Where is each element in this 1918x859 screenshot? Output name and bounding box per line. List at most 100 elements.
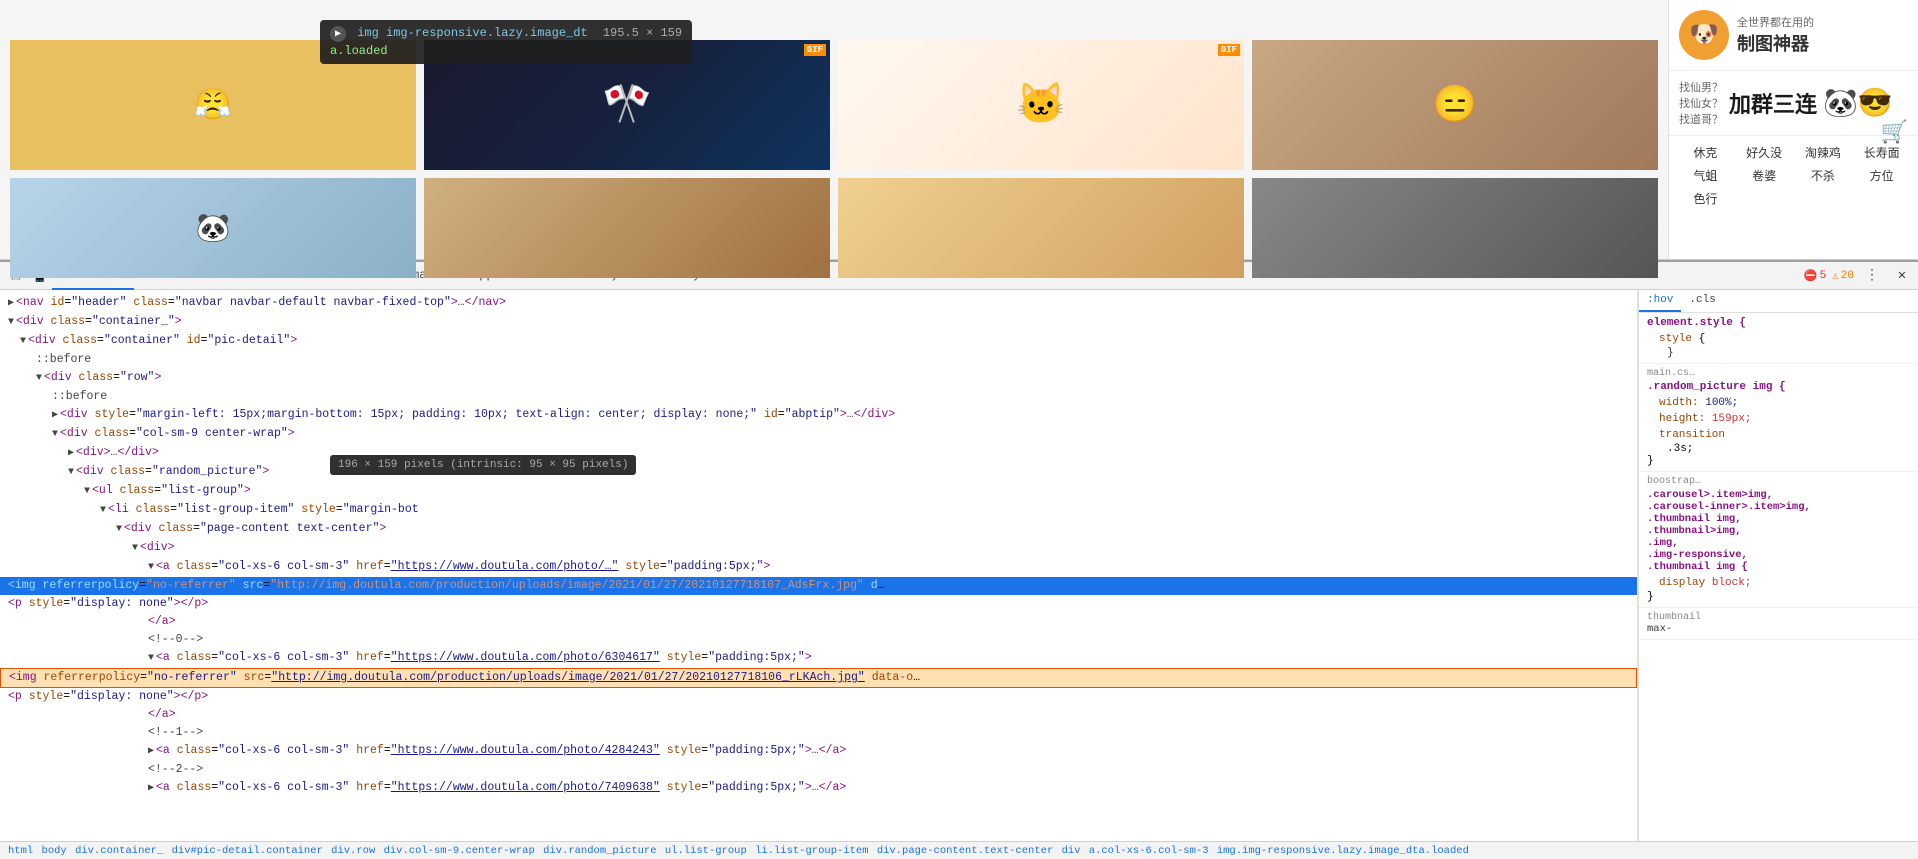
image-cell-5[interactable]: 🐼 <box>10 178 416 278</box>
image-cell-8[interactable] <box>1252 178 1658 278</box>
tag-item-6[interactable]: 卷婆 <box>1738 167 1791 184</box>
image-size-tooltip: 196 × 159 pixels (intrinsic: 95 × 95 pix… <box>330 455 636 475</box>
dom-line-p1: <p style="display: none"></p> <box>0 595 1637 613</box>
tag-item-4[interactable]: 长寿面 <box>1855 144 1908 161</box>
dom-line-nav: ▶<nav id="header" class="navbar navbar-d… <box>0 294 1637 313</box>
tag-item-2[interactable]: 好久没 <box>1738 144 1791 161</box>
error-count: 5 <box>1820 270 1827 282</box>
breadcrumb-div-random[interactable]: div.random_picture <box>543 845 656 857</box>
image-cell-4[interactable]: 😑 <box>1252 40 1658 170</box>
dom-line-a1: ▼<a class="col-xs-6 col-sm-3" href="http… <box>0 558 1637 577</box>
dom-line-a2-close: </a> <box>0 706 1637 724</box>
tag-item-8[interactable]: 方位 <box>1855 167 1908 184</box>
styles-rule-width: width: 100%; <box>1647 395 1910 411</box>
tag-item-1[interactable]: 休克 <box>1679 144 1732 161</box>
image-grid: 😤 🎌 GIF 🐱 GIF 😑 🐼 <box>10 10 1658 278</box>
error-icon: ⛔ <box>1804 269 1818 283</box>
thumbnail-label: thumbnail <box>1647 612 1910 623</box>
breadcrumb-div-container[interactable]: div.container_ <box>75 845 163 857</box>
styles-tab-hov[interactable]: :hov <box>1639 290 1681 312</box>
dom-line-pagecontent: ▼<div class="page-content text-center"> <box>0 520 1637 539</box>
warn-badge: ⚠ 20 <box>1832 269 1854 283</box>
browser-content: ▶ img img-responsive.lazy.image_dt 195.5… <box>0 0 1918 260</box>
panda-text-2: 找仙女？ <box>1679 95 1723 111</box>
breadcrumb-a[interactable]: a.col-xs-6.col-sm-3 <box>1089 845 1209 857</box>
dom-panel[interactable]: ▶<nav id="header" class="navbar navbar-d… <box>0 290 1638 841</box>
panda-main-text: 加群三连 <box>1729 87 1817 119</box>
panda-text-1: 找仙男？ <box>1679 79 1723 95</box>
dog-icon: 🐶 <box>1679 10 1729 60</box>
dom-line-row: ▼<div class="row"> <box>0 369 1637 388</box>
breadcrumb-div-colsm9[interactable]: div.col-sm-9.center-wrap <box>384 845 535 857</box>
tag-grid: 休克 好久没 淘辣鸡 长寿面 气蛆 卷婆 不杀 方位 色行 <box>1669 136 1918 215</box>
dom-line-comment1: <!--0--> <box>0 631 1637 649</box>
ad-header[interactable]: 🐶 全世界都在用的 制图神器 <box>1669 0 1918 71</box>
dom-line-colsm9: ▼<div class="col-sm-9 center-wrap"> <box>0 425 1637 444</box>
panda-icon: 🐼😎 <box>1823 86 1893 121</box>
dom-line-container-outer: ▼<div class="container_"> <box>0 313 1637 332</box>
cart-icon[interactable]: 🛒 <box>1881 120 1908 146</box>
styles-selector-random: .random_picture img { <box>1647 381 1910 393</box>
styles-rule-display: display block; <box>1647 575 1910 591</box>
devtools-body: ▶<nav id="header" class="navbar navbar-d… <box>0 290 1918 841</box>
breadcrumb-ul[interactable]: ul.list-group <box>665 845 747 857</box>
breadcrumb-img[interactable]: img.img-responsive.lazy.image_dta.loaded <box>1217 845 1469 857</box>
gif-badge-3: GIF <box>1218 44 1240 56</box>
dom-line-img2-highlighted[interactable]: <img referrerpolicy="no-referrer" src="h… <box>0 668 1637 688</box>
dom-line-abptip: ▶<div style="margin-left: 15px;margin-bo… <box>0 406 1637 425</box>
dom-line-before1: ::before <box>0 351 1637 369</box>
breadcrumb-body[interactable]: body <box>42 845 67 857</box>
styles-selector-carousel: .carousel>.item>img,.carousel-inner>.ite… <box>1647 489 1910 573</box>
dom-line-a4: ▶<a class="col-xs-6 col-sm-3" href="http… <box>0 779 1637 798</box>
warn-icon: ⚠ <box>1832 269 1839 283</box>
close-devtools-icon[interactable]: ✕ <box>1890 264 1914 288</box>
tooltip-dimensions: 195.5 × 159 <box>603 26 682 40</box>
panda-text-3: 找道哥？ <box>1679 111 1723 127</box>
tag-item-3[interactable]: 淘辣鸡 <box>1797 144 1850 161</box>
image-cell-3[interactable]: 🐱 GIF <box>838 40 1244 170</box>
tag-item-7[interactable]: 不杀 <box>1797 167 1850 184</box>
breadcrumb-div-row[interactable]: div.row <box>331 845 375 857</box>
styles-rule-transition: transition <box>1647 427 1910 443</box>
dom-line-a1-close: </a> <box>0 613 1637 631</box>
styles-tabs: :hov .cls <box>1639 290 1918 313</box>
image-cell-6[interactable] <box>424 178 830 278</box>
tooltip-classes: img-responsive.lazy.image_dt <box>386 26 588 40</box>
dots-menu-icon[interactable]: ⋮ <box>1860 264 1884 288</box>
dom-line-div2: ▼<div> <box>0 539 1637 558</box>
styles-panel: :hov .cls element.style { style { } main… <box>1638 290 1918 841</box>
dom-line-div: ▶<div>…</div> <box>0 444 1637 463</box>
devtools: ⬚ 📱 Elements Console Sources Network Per… <box>0 260 1918 859</box>
dom-line-a3: ▶<a class="col-xs-6 col-sm-3" href="http… <box>0 742 1637 761</box>
ad-subtitle: 全世界都在用的 <box>1737 14 1814 30</box>
breadcrumb-bar: html body div.container_ div#pic-detail.… <box>0 841 1918 859</box>
breadcrumb-div-pic-detail[interactable]: div#pic-detail.container <box>172 845 323 857</box>
tag-item-5[interactable]: 气蛆 <box>1679 167 1732 184</box>
sidebar-ad: 🐶 全世界都在用的 制图神器 找仙男？ 找仙女？ 找道哥？ 加群三连 🐼😎 休克… <box>1668 0 1918 259</box>
thumbnail-max: max- <box>1647 623 1910 635</box>
dom-line-comment3: <!--2--> <box>0 761 1637 779</box>
devtools-status: ⛔ 5 ⚠ 20 ⋮ ✕ <box>1804 264 1914 288</box>
breadcrumb-div-pagecontent[interactable]: div.page-content.text-center <box>877 845 1053 857</box>
breadcrumb-html[interactable]: html <box>8 845 33 857</box>
styles-section-main: main.cs… .random_picture img { width: 10… <box>1639 364 1918 472</box>
dom-line-img1-selected[interactable]: <img referrerpolicy="no-referrer" src="h… <box>0 577 1637 595</box>
media-icon: ▶ <box>330 26 346 42</box>
dom-line-comment2: <!--1--> <box>0 724 1637 742</box>
styles-rule-element: style { <box>1647 331 1910 347</box>
styles-selector-element: element.style { <box>1647 317 1910 329</box>
gif-badge-2: GIF <box>804 44 826 56</box>
tooltip-tag: img <box>357 26 379 40</box>
styles-section-thumbnail: thumbnail max- <box>1639 608 1918 640</box>
breadcrumb-li[interactable]: li.list-group-item <box>755 845 868 857</box>
image-cell-7[interactable] <box>838 178 1244 278</box>
styles-rule-height: height: 159px; <box>1647 411 1910 427</box>
element-tooltip: ▶ img img-responsive.lazy.image_dt 195.5… <box>320 20 692 64</box>
dom-line-a2: ▼<a class="col-xs-6 col-sm-3" href="http… <box>0 649 1637 668</box>
error-badge: ⛔ 5 <box>1804 269 1826 283</box>
breadcrumb-div3[interactable]: div <box>1062 845 1081 857</box>
tooltip-class-line: a.loaded <box>330 44 682 58</box>
styles-tab-cls[interactable]: .cls <box>1681 290 1723 312</box>
dom-line-li: ▼<li class="list-group-item" style="marg… <box>0 501 1637 520</box>
tag-item-9[interactable]: 色行 <box>1679 190 1732 207</box>
